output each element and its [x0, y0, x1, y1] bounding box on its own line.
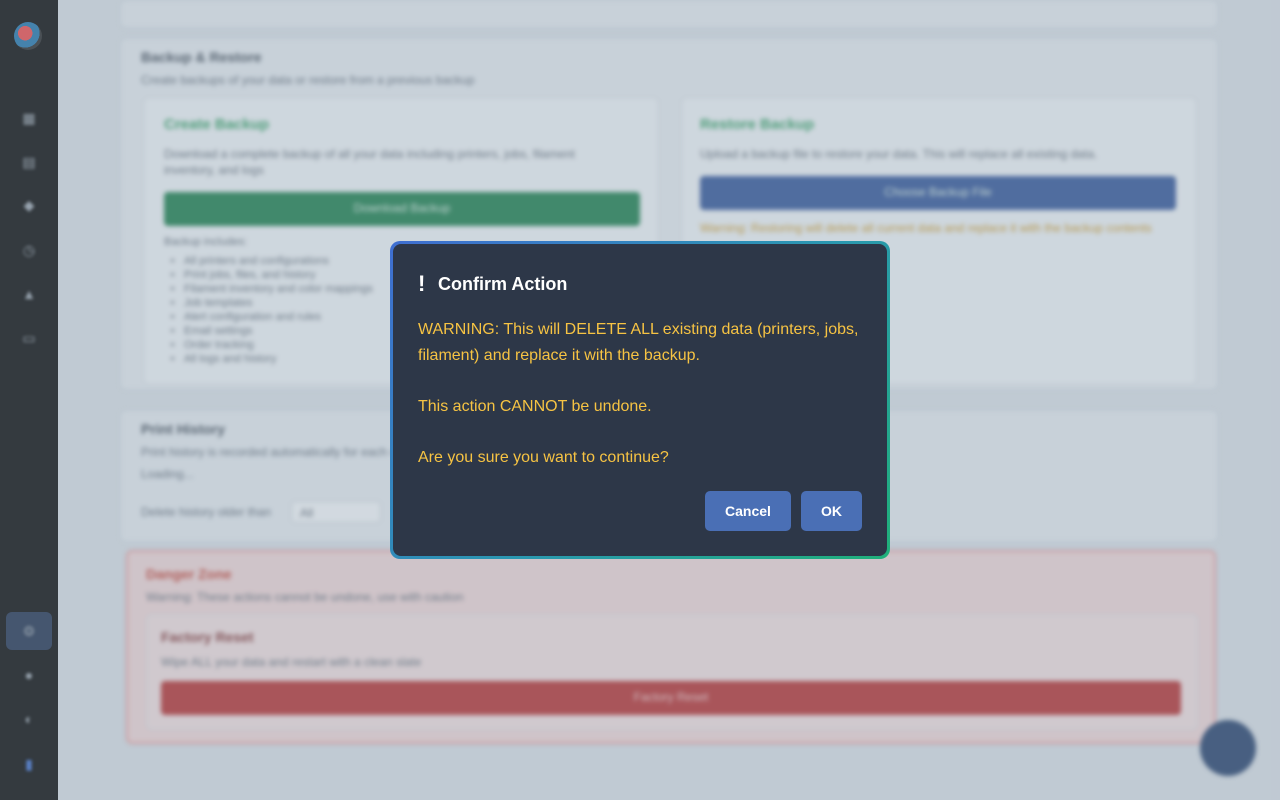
dialog-question-text: Are you sure you want to continue?: [418, 449, 669, 466]
confirm-dialog-body: ! Confirm Action WARNING: This will DELE…: [393, 244, 887, 556]
confirm-dialog: ! Confirm Action WARNING: This will DELE…: [390, 241, 890, 559]
ok-button[interactable]: OK: [801, 491, 862, 531]
exclamation-icon: !: [418, 271, 426, 296]
cancel-button[interactable]: Cancel: [705, 491, 791, 531]
dialog-title: Confirm Action: [438, 274, 568, 294]
dialog-undone-text: This action CANNOT be undone.: [418, 398, 652, 415]
dialog-warning-text: WARNING: This will DELETE ALL existing d…: [418, 321, 859, 364]
